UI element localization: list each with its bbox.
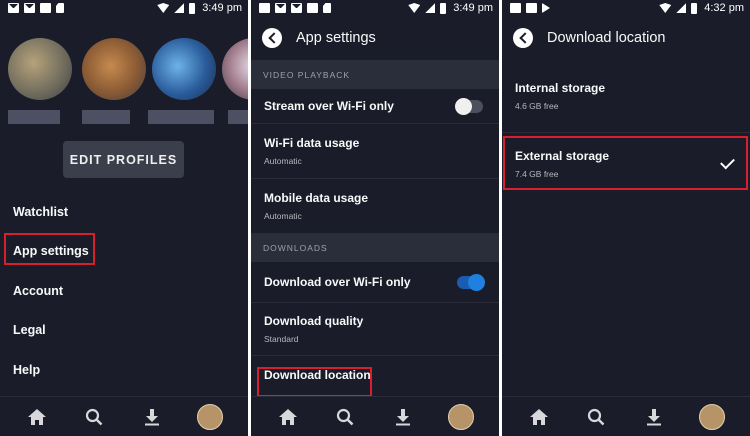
page-title: Download location — [547, 30, 666, 46]
option-internal-storage[interactable]: Internal storage 4.6 GB free — [502, 60, 750, 133]
page-title: App settings — [296, 30, 376, 46]
sd-card-icon — [323, 3, 331, 13]
mail-icon — [275, 3, 286, 13]
highlight-app-settings — [4, 233, 95, 265]
wifi-icon — [408, 3, 421, 13]
status-bar: 4:32 pm — [502, 0, 750, 16]
status-time: 4:32 pm — [704, 2, 744, 14]
image-icon — [307, 3, 318, 13]
back-arrow-icon[interactable] — [513, 28, 533, 48]
profile-avatar[interactable] — [699, 403, 726, 430]
download-icon[interactable] — [642, 405, 666, 429]
download-icon[interactable] — [391, 405, 415, 429]
battery-icon — [440, 2, 447, 14]
profile-avatars — [0, 16, 248, 124]
status-bar: 3:49 pm — [251, 0, 499, 16]
setting-label: Mobile data usage — [264, 191, 369, 205]
app-settings-panel: 3:49 pm App settings VIDEO PLAYBACK Stre… — [251, 0, 499, 436]
search-icon[interactable] — [584, 405, 608, 429]
profile-avatar[interactable] — [82, 38, 146, 100]
profile-avatar[interactable] — [222, 38, 248, 100]
section-header-video-playback: VIDEO PLAYBACK — [251, 60, 499, 89]
image-icon — [40, 3, 51, 13]
signal-icon — [425, 3, 436, 13]
image-icon — [259, 3, 270, 13]
profile-avatar[interactable] — [197, 403, 224, 430]
signal-icon — [676, 3, 687, 13]
stream-wifi-only-toggle[interactable] — [455, 97, 483, 115]
section-header-downloads: DOWNLOADS — [251, 233, 499, 262]
setting-download-quality[interactable]: Download quality Standard — [251, 303, 499, 356]
option-free-space: 4.6 GB free — [515, 101, 559, 111]
setting-wifi-data-usage[interactable]: Wi-Fi data usage Automatic — [251, 124, 499, 179]
download-icon[interactable] — [140, 405, 164, 429]
play-icon — [542, 3, 550, 13]
mail-icon — [291, 3, 302, 13]
status-time: 3:49 pm — [453, 2, 493, 14]
setting-value: Standard — [264, 334, 299, 344]
search-icon[interactable] — [82, 405, 106, 429]
setting-value: Automatic — [264, 156, 302, 166]
menu-item-legal[interactable]: Legal — [0, 311, 248, 351]
back-arrow-icon[interactable] — [262, 28, 282, 48]
setting-label: Wi-Fi data usage — [264, 136, 360, 150]
app-bar: App settings — [251, 16, 499, 60]
setting-download-wifi-only[interactable]: Download over Wi-Fi only — [251, 262, 499, 303]
wifi-icon — [157, 3, 170, 13]
status-bar: 3:49 pm — [0, 0, 248, 16]
menu-item-watchlist[interactable]: Watchlist — [0, 192, 248, 232]
battery-icon — [691, 2, 698, 14]
profile-name-blurred — [228, 110, 248, 124]
battery-icon — [189, 2, 196, 14]
menu-item-account[interactable]: Account — [0, 271, 248, 311]
bottom-nav — [502, 396, 750, 436]
option-label: Internal storage — [515, 81, 606, 95]
download-wifi-only-toggle[interactable] — [457, 273, 485, 291]
image-icon — [510, 3, 521, 13]
profile-name-blurred — [148, 110, 214, 124]
profile-avatar[interactable] — [448, 403, 475, 430]
profiles-panel: 3:49 pm EDIT PROFILES Watchlist App sett… — [0, 0, 248, 436]
status-time: 3:49 pm — [202, 2, 242, 14]
mail-icon — [24, 3, 35, 13]
menu-item-help[interactable]: Help — [0, 350, 248, 390]
highlight-download-location — [257, 367, 372, 397]
bottom-nav — [0, 396, 248, 436]
profile-name-blurred — [82, 110, 130, 124]
setting-mobile-data-usage[interactable]: Mobile data usage Automatic — [251, 179, 499, 233]
setting-value: Automatic — [264, 211, 302, 221]
home-icon[interactable] — [25, 405, 49, 429]
edit-profiles-button[interactable]: EDIT PROFILES — [63, 141, 184, 178]
setting-label: Download quality — [264, 314, 364, 328]
search-icon[interactable] — [333, 405, 357, 429]
home-icon[interactable] — [276, 405, 300, 429]
highlight-external-storage — [503, 136, 748, 190]
profile-name-blurred — [8, 110, 60, 124]
home-icon[interactable] — [527, 405, 551, 429]
sd-card-icon — [56, 3, 64, 13]
profile-avatar[interactable] — [8, 38, 72, 100]
signal-icon — [174, 3, 185, 13]
account-menu: Watchlist App settings Account Legal Hel… — [0, 192, 248, 390]
download-location-panel: 4:32 pm Download location Internal stora… — [502, 0, 750, 436]
setting-stream-wifi-only[interactable]: Stream over Wi-Fi only — [251, 89, 499, 124]
wifi-icon — [659, 3, 672, 13]
profile-avatar[interactable] — [152, 38, 216, 100]
mail-icon — [8, 3, 19, 13]
setting-label: Download over Wi-Fi only — [264, 275, 411, 289]
image-icon — [526, 3, 537, 13]
bottom-nav — [251, 396, 499, 436]
setting-label: Stream over Wi-Fi only — [264, 99, 394, 113]
app-bar: Download location — [502, 16, 750, 60]
